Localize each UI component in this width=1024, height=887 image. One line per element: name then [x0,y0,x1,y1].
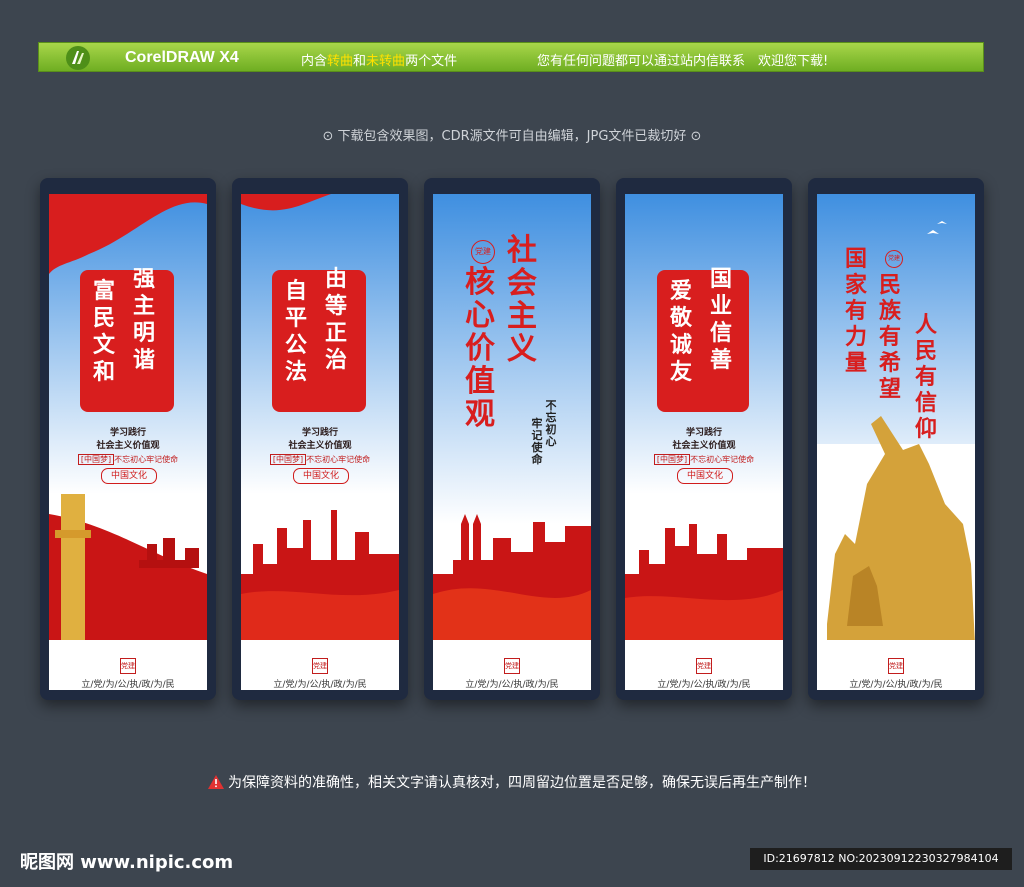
caption-line: 社会主义价值观 [96,441,160,451]
seal-stamp: 党建 [504,658,520,674]
panel-footer: 立/党/为/公/执/政/为/民 [465,680,559,690]
seal-stamp: 党建 [120,658,136,674]
slogan-col: 由等正治 [324,266,347,373]
caption-line: 学习践行 [109,428,146,438]
slogan-col: 民族有希望 [878,272,901,402]
seal-stamp: 党建 [696,658,712,674]
warning-icon [208,775,224,789]
slogan-box: 自平公法 由等正治 [272,266,366,412]
poster-art [49,194,207,640]
culture-badge: 中国文化 [677,468,733,484]
poster-panel-4: 爱敬诚友 国业信善 学习践行 社会主义价值观 [中国梦] 不忘初心牢记使命 中国文… [616,178,792,700]
small-slogan: 不忘初心 [545,399,557,448]
file-info: 内含转曲和未转曲两个文件 [301,54,458,69]
slogan-col: 核心价值观 [465,265,495,432]
small-slogan: 牢记使命 [531,417,543,466]
production-notice: 为保障资料的准确性，相关文字请认真核对，四周留边位置是否足够，确保无误后再生产制… [0,772,1024,792]
top-banner: CorelDRAW X4 内含转曲和未转曲两个文件 您有任何问题都可以通过站内信… [38,42,984,72]
poster-panel-5: 党建 国家有力量 民族有希望 人民有信仰 党建 立/党/为/公/执/政/为/民 [808,178,984,700]
download-subtitle: ⊙ 下载包含效果图，CDR源文件可自由编辑，JPG文件已裁切好 ⊙ [322,129,702,144]
poster-panel-3: 党建 核心价值观 社会主义 不忘初心 牢记使命 党建 立/党/为/公/执/政/为… [424,178,600,700]
seal-stamp: 党建 [888,658,904,674]
poster-art [241,194,399,640]
slogan-col: 人民有信仰 [914,312,937,442]
dream-line: [中国梦] 不忘初心牢记使命 [241,454,399,465]
slogan-col: 富民文和 [92,278,115,385]
caption-line: 学习践行 [301,428,338,438]
poster-art [625,194,783,640]
caption-line: 社会主义价值观 [288,441,352,451]
poster-panel-2: 自平公法 由等正治 学习践行 社会主义价值观 [中国梦] 不忘初心牢记使命 中国文… [232,178,408,700]
panel-footer: 立/党/为/公/执/政/为/民 [273,680,367,690]
culture-badge: 中国文化 [101,468,157,484]
panel-footer: 立/党/为/公/执/政/为/民 [657,680,751,690]
panel-footer: 立/党/为/公/执/政/为/民 [81,680,175,690]
coreldraw-logo-icon [66,46,90,70]
slogan-col: 社会主义 [507,233,537,367]
slogan-col: 强主明谐 [132,266,155,373]
slogan-col: 爱敬诚友 [669,278,692,385]
slogan-box: 爱敬诚友 国业信善 [657,266,749,412]
product-name: CorelDRAW X4 [125,49,239,66]
caption-line: 社会主义价值观 [672,441,736,451]
caption-line: 学习践行 [685,428,722,438]
slogan-box: 富民文和 强主明谐 [80,266,174,412]
contact-text: 您有任何问题都可以通过站内信联系 欢迎您下载! [537,54,829,69]
slogan-col: 国业信善 [709,266,732,373]
poster-panel-1: 富民文和 强主明谐 学习践行 社会主义价值观 [中国梦] 不忘初心牢记使命 中国文… [40,178,216,700]
dream-line: [中国梦] 不忘初心牢记使命 [625,454,783,465]
party-badge: 党建 [885,250,903,268]
slogan-col: 国家有力量 [844,246,867,376]
party-badge: 党建 [471,240,495,264]
dream-line: [中国梦] 不忘初心牢记使命 [49,454,207,465]
slogan-col: 自平公法 [284,278,307,385]
culture-badge: 中国文化 [293,468,349,484]
seal-stamp: 党建 [312,658,328,674]
site-brand[interactable]: 昵图网 www.nipic.com [20,848,233,874]
image-id-label: ID:21697812 NO:20230912230327984104 [750,848,1012,870]
panel-footer: 立/党/为/公/执/政/为/民 [849,680,943,690]
